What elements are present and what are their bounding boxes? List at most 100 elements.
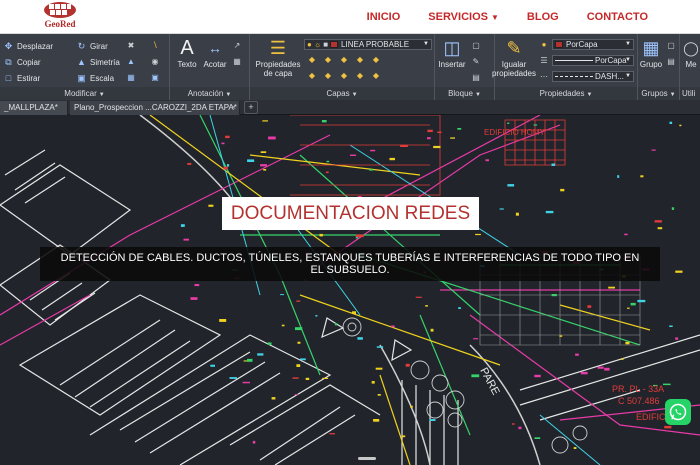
cad-marker — [375, 367, 383, 370]
cad-marker — [305, 377, 310, 380]
create-block-icon[interactable]: ▢ — [471, 41, 481, 50]
layer-tool-icon[interactable]: ◆ — [355, 55, 365, 64]
panel-block: ◫ Insertar ▢ ✎ ▤ Bloque ▼ — [435, 34, 495, 100]
cad-marker — [580, 371, 588, 375]
edit-block-icon[interactable]: ✎ — [471, 57, 481, 66]
layer-tool-icon[interactable]: ◆ — [323, 71, 333, 80]
cad-marker — [608, 286, 615, 289]
tab-plano-label: Plano_Prospeccion ...CAROZZI_2DA ETAPA* — [74, 103, 237, 112]
layer-tool-icon[interactable]: ◆ — [307, 71, 317, 80]
leader-icon[interactable]: ↗ — [232, 41, 242, 50]
cad-marker — [675, 270, 683, 273]
stretch-tool[interactable]: □ Estirar — [3, 73, 40, 83]
panel-annotation-label[interactable]: Anotación ▼ — [170, 87, 249, 100]
chevron-down-icon: ▼ — [669, 92, 676, 98]
insert-button[interactable]: ◫ Insertar — [437, 38, 467, 70]
panel-utilities-label[interactable]: Utili — [680, 87, 700, 100]
nav-blog[interactable]: BLOG — [527, 11, 559, 23]
cad-marker — [534, 437, 541, 439]
panel-modify-label[interactable]: Modificar ▼ — [0, 87, 169, 100]
group-button[interactable]: ▦ Grupo — [639, 38, 663, 70]
scale-tool[interactable]: ▣ Escala — [76, 73, 114, 83]
nav-inicio[interactable]: INICIO — [367, 11, 401, 23]
panel-block-label[interactable]: Bloque ▼ — [435, 87, 494, 100]
new-tab-button[interactable]: + — [244, 101, 258, 114]
dimension-button[interactable]: ↔ Acotar — [202, 38, 228, 70]
cad-marker — [297, 341, 301, 344]
layer-properties-button[interactable]: ☰ Propiedades de capa — [254, 38, 302, 79]
fillet-icon[interactable]: ∖ — [150, 41, 160, 50]
copy-tool[interactable]: ⧉ Copiar — [3, 57, 40, 67]
panel-properties-label[interactable]: Propiedades ▼ — [495, 87, 637, 100]
layer-select[interactable]: ● ☼ ■ LINEA PROBABLE ▼ — [304, 39, 432, 50]
table-icon[interactable]: ▦ — [232, 57, 242, 66]
tab-mallplaza-label: _MALLPLAZA* — [4, 103, 58, 112]
match-properties-button[interactable]: ✎ Igualar propiedades — [491, 38, 537, 79]
panel-layers-label[interactable]: Capas ▼ — [250, 87, 434, 100]
layer-tool-icon[interactable]: ◆ — [339, 71, 349, 80]
copy-icon: ⧉ — [5, 57, 12, 67]
dimension-button-label: Acotar — [203, 60, 227, 69]
cad-marker — [260, 151, 267, 153]
close-icon[interactable]: × — [231, 101, 236, 115]
rotate-label: Girar — [90, 41, 108, 51]
geored-logo[interactable]: GeoRed — [40, 1, 80, 31]
attribute-icon[interactable]: ▤ — [471, 73, 481, 82]
rotate-tool[interactable]: ↻ Girar — [76, 41, 108, 51]
panel-layers: ☰ Propiedades de capa ● ☼ ■ LINEA PROBABL… — [250, 34, 435, 100]
cad-marker — [296, 364, 301, 367]
tab-mallplaza[interactable]: _MALLPLAZA* — [0, 101, 68, 115]
panel-groups-label[interactable]: Grupos ▼ — [638, 87, 679, 100]
color-select[interactable]: PorCapa ▼ — [552, 39, 634, 50]
tab-plano-prospeccion[interactable]: Plano_Prospeccion ...CAROZZI_2DA ETAPA* × — [70, 101, 240, 115]
move-tool[interactable]: ✥ Desplazar — [3, 41, 53, 51]
layer-tool-icon[interactable]: ◆ — [371, 55, 381, 64]
cad-marker — [630, 302, 636, 306]
cad-marker — [227, 164, 230, 167]
nav-contacto[interactable]: CONTACTO — [587, 11, 648, 23]
cad-marker — [294, 394, 298, 396]
bulb-icon: ● — [307, 40, 312, 49]
ungroup-icon[interactable]: ▢ — [666, 41, 676, 50]
cad-marker — [247, 358, 253, 362]
cad-marker — [190, 297, 198, 300]
group-edit-icon[interactable]: ▤ — [666, 57, 676, 66]
whatsapp-icon — [669, 403, 687, 421]
layer-tool-icon[interactable]: ◆ — [371, 71, 381, 80]
cad-marker — [475, 233, 481, 236]
cad-drawing-canvas[interactable]: EDIFICIO HOMY PARE PR. PL - 33A C 507.48… — [0, 115, 700, 465]
measure-button[interactable]: ◯ Me — [682, 38, 700, 70]
cad-marker — [263, 169, 267, 171]
text-button[interactable]: A Texto — [174, 38, 200, 70]
cad-marker — [369, 169, 374, 171]
layer-tool-icon[interactable]: ◆ — [323, 55, 333, 64]
array-icon[interactable]: ▦ — [126, 73, 136, 82]
chevron-down-icon: ▼ — [625, 41, 631, 47]
whatsapp-button[interactable] — [665, 399, 691, 425]
main-nav: INICIO SERVICIOS ▼ BLOG CONTACTO — [339, 0, 648, 34]
layer-name: LINEA PROBABLE — [341, 40, 410, 49]
layer-tool-icon[interactable]: ◆ — [307, 55, 317, 64]
cad-marker — [637, 299, 646, 303]
layer-tool-icon[interactable]: ◆ — [355, 71, 365, 80]
carousel-indicator[interactable] — [358, 457, 376, 460]
trim-icon[interactable]: ✖ — [126, 41, 136, 50]
cad-marker — [657, 227, 663, 230]
erase-icon[interactable]: ▲ — [126, 57, 136, 66]
linetype-select[interactable]: DASH... ▼ — [552, 71, 634, 82]
layer-tool-icon[interactable]: ◆ — [339, 55, 349, 64]
group-button-label: Grupo — [639, 60, 663, 69]
cad-marker — [499, 208, 504, 210]
cad-marker — [329, 433, 335, 435]
offset-icon[interactable]: ▣ — [150, 73, 160, 82]
cad-marker — [357, 337, 363, 340]
explode-icon[interactable]: ◉ — [150, 57, 160, 66]
cad-marker — [507, 122, 510, 124]
nav-servicios[interactable]: SERVICIOS ▼ — [428, 11, 499, 23]
cad-marker — [350, 154, 357, 156]
lineweight-value: PorCapa — [595, 56, 627, 65]
cad-marker — [355, 234, 364, 238]
cad-marker — [518, 426, 522, 430]
mirror-tool[interactable]: ▲ Simetría — [76, 57, 120, 67]
lineweight-select[interactable]: PorCapa ▼ — [552, 55, 634, 66]
